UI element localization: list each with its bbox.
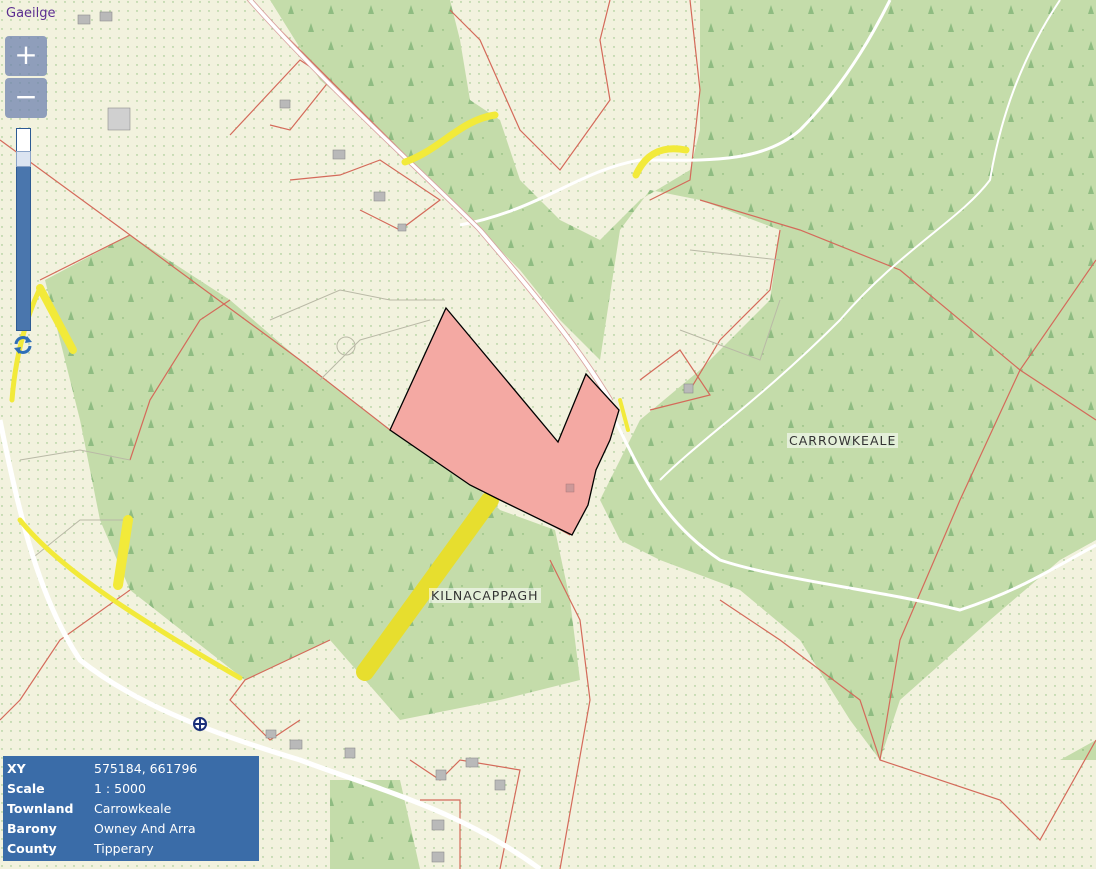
parcel-building	[565, 483, 575, 493]
location-info-panel: XY 575184, 661796 Scale 1 : 5000 Townlan…	[3, 756, 259, 861]
townland-label-kilnacappagh: KILNACAPPAGH	[429, 588, 541, 603]
zoom-slider-track-top	[17, 129, 30, 153]
crosshair-icon	[193, 717, 207, 731]
language-link[interactable]: Gaeilge	[6, 6, 56, 21]
map-layer[interactable]	[0, 0, 1096, 869]
info-key: Barony	[7, 821, 57, 836]
info-key: County	[7, 841, 57, 856]
info-key: XY	[7, 761, 26, 776]
zoom-out-button[interactable]: −	[5, 78, 47, 118]
info-row-xy: XY 575184, 661796	[7, 759, 255, 779]
zoom-slider[interactable]	[16, 128, 31, 331]
info-row-county: County Tipperary	[7, 839, 255, 859]
zoom-out-icon: −	[14, 80, 38, 113]
zoom-slider-thumb[interactable]	[16, 151, 31, 167]
info-key: Scale	[7, 781, 45, 796]
townland-label-carrowkeale: CARROWKEALE	[787, 433, 899, 448]
info-value: 1 : 5000	[94, 781, 146, 796]
info-row-scale: Scale 1 : 5000	[7, 779, 255, 799]
info-value: Tipperary	[94, 841, 154, 856]
info-row-townland: Townland Carrowkeale	[7, 799, 255, 819]
zoom-in-icon: +	[14, 38, 38, 71]
info-value: Carrowkeale	[94, 801, 172, 816]
info-key: Townland	[7, 801, 74, 816]
refresh-icon[interactable]	[12, 334, 34, 356]
info-value: Owney And Arra	[94, 821, 196, 836]
info-row-barony: Barony Owney And Arra	[7, 819, 255, 839]
zoom-in-button[interactable]: +	[5, 36, 47, 76]
info-value: 575184, 661796	[94, 761, 198, 776]
map-canvas[interactable]: Gaeilge + − CARROWKEALE KILNACAPPAGH XY …	[0, 0, 1096, 869]
